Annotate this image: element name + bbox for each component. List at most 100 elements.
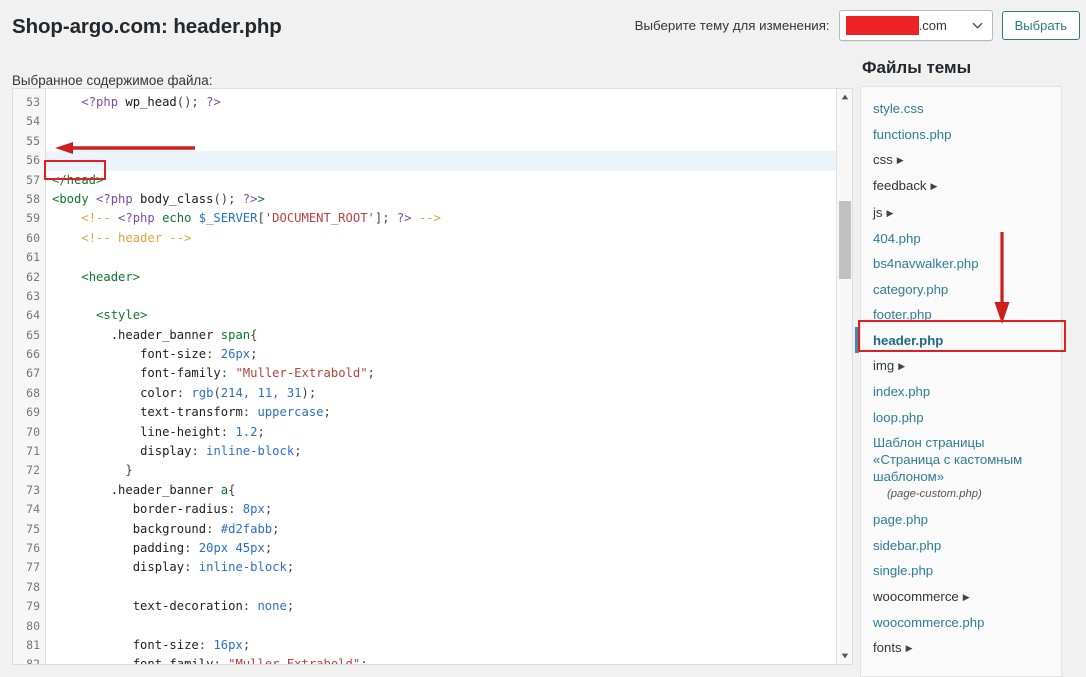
code-token: : xyxy=(206,347,221,362)
code-token: <?php xyxy=(81,95,119,109)
folder-item[interactable]: css ▶ xyxy=(861,147,1061,173)
editor-vertical-scrollbar[interactable] xyxy=(836,89,852,664)
code-line[interactable]: font-size: 16px; xyxy=(46,636,852,655)
code-editor[interactable]: 53 54 55 56 57 58 59 60 61 62 63 64 65 66 67 68 69 70 71 72… xyxy=(12,88,853,665)
code-token: } xyxy=(52,463,133,478)
code-line[interactable]: border-radius: 8px; xyxy=(46,500,852,519)
theme-files-title: Файлы темы xyxy=(862,58,972,77)
code-line[interactable]: <!-- header --> xyxy=(46,229,852,248)
code-content-area[interactable]: <?php wp_head(); ?> </head> <body <?php b… xyxy=(46,89,852,664)
code-token: inline-block xyxy=(198,560,287,575)
file-item[interactable]: functions.php xyxy=(861,121,1061,146)
file-item[interactable]: 404.php xyxy=(861,226,1061,251)
triangle-right-icon: ▶ xyxy=(905,643,913,654)
triangle-up-icon[interactable] xyxy=(837,89,852,105)
code-line[interactable]: text-decoration: none; xyxy=(46,597,852,616)
select-theme-button[interactable]: Выбрать xyxy=(1001,11,1080,40)
code-line[interactable]: <header> xyxy=(46,268,852,287)
code-line[interactable]: padding: 20px 45px; xyxy=(46,539,852,558)
triangle-down-icon[interactable] xyxy=(837,648,852,664)
code-line[interactable]: font-family: "Muller-Extrabold"; xyxy=(46,655,852,664)
code-token: 20px 45px xyxy=(198,540,265,555)
file-item[interactable]: style.css xyxy=(861,96,1061,121)
theme-switcher: Выберите тему для изменения: .com Выбрат… xyxy=(635,10,1080,41)
file-item[interactable]: bs4navwalker.php xyxy=(861,251,1061,276)
code-line[interactable]: .header_banner span{ xyxy=(46,326,852,345)
file-item[interactable]: woocommerce.php xyxy=(861,610,1061,635)
file-item[interactable]: index.php xyxy=(861,379,1061,404)
file-item[interactable]: category.php xyxy=(861,277,1061,302)
code-line[interactable] xyxy=(46,112,852,131)
code-token: 16px xyxy=(213,637,243,652)
folder-item[interactable]: feedback ▶ xyxy=(861,173,1061,199)
code-token: 214, 11, 31 xyxy=(220,385,302,400)
scrollbar-thumb[interactable] xyxy=(839,201,851,279)
code-line[interactable] xyxy=(46,578,852,597)
file-item-label: page.php xyxy=(873,512,929,528)
code-token: ; xyxy=(286,560,295,575)
folder-item[interactable]: js ▶ xyxy=(861,200,1061,226)
file-item[interactable]: single.php xyxy=(861,558,1061,583)
code-line[interactable] xyxy=(46,287,852,306)
folder-item[interactable]: fonts ▶ xyxy=(861,635,1061,661)
code-line[interactable] xyxy=(46,617,852,636)
code-line[interactable]: </head> xyxy=(46,171,852,190)
file-item-label: 404.php xyxy=(873,231,921,247)
code-token: ; xyxy=(272,521,280,536)
chevron-down-icon xyxy=(972,20,983,31)
line-number: 55 xyxy=(26,133,40,148)
line-number: 80 xyxy=(26,618,40,633)
code-line[interactable] xyxy=(46,151,852,171)
line-number-gutter: 53 54 55 56 57 58 59 60 61 62 63 64 65 66 67 68 69 70 71 72… xyxy=(13,89,46,664)
code-line[interactable]: <!-- <?php echo $_SERVER['DOCUMENT_ROOT'… xyxy=(46,209,852,228)
folder-item[interactable]: img ▶ xyxy=(861,353,1061,379)
code-line[interactable]: display: inline-block; xyxy=(46,558,852,577)
file-item-label: single.php xyxy=(873,563,934,579)
file-item[interactable]: footer.php xyxy=(861,302,1061,327)
code-line[interactable]: color: rgb(214, 11, 31); xyxy=(46,384,852,403)
line-number: 74 xyxy=(26,502,40,517)
code-line[interactable]: display: inline-block; xyxy=(46,442,852,461)
code-token: font-family xyxy=(133,657,214,664)
code-line[interactable]: } xyxy=(46,461,852,480)
code-line[interactable]: .header_banner a{ xyxy=(46,481,852,500)
code-line[interactable]: <style> xyxy=(46,306,852,325)
code-token: : xyxy=(176,385,192,400)
code-line[interactable]: text-transform: uppercase; xyxy=(46,403,852,422)
code-line[interactable]: line-height: 1.2; xyxy=(46,423,852,442)
code-token: $_SERVER xyxy=(191,211,258,226)
code-line[interactable] xyxy=(46,248,852,267)
file-item-current[interactable]: header.php xyxy=(855,327,1061,354)
code-token: line-height xyxy=(140,424,221,439)
code-token: ; xyxy=(323,405,331,420)
file-item[interactable]: page.php xyxy=(861,507,1061,532)
file-item-label: functions.php xyxy=(873,126,952,142)
line-number: 64 xyxy=(26,308,40,323)
code-token: { xyxy=(228,482,236,497)
theme-files-list: style.css functions.php css ▶ feedback ▶ js ▶ 40… xyxy=(855,86,1062,677)
code-line[interactable]: <?php wp_head(); ?> xyxy=(46,93,852,112)
folder-item[interactable]: woocommerce ▶ xyxy=(861,583,1061,609)
code-line[interactable]: font-family: "Muller-Extrabold"; xyxy=(46,364,852,383)
code-line[interactable]: <body <?php body_class(); ?>> xyxy=(46,190,852,209)
file-item-label: category.php xyxy=(873,281,949,297)
file-item[interactable]: Шаблон страницы «Страница с кастомным ша… xyxy=(861,430,1061,507)
code-token: none xyxy=(257,599,287,614)
file-item-label: woocommerce xyxy=(873,588,959,604)
code-line[interactable]: font-size: 26px; xyxy=(46,345,852,364)
line-number: 81 xyxy=(26,637,40,652)
theme-select-dropdown[interactable]: .com xyxy=(838,10,993,41)
code-line[interactable] xyxy=(46,132,852,151)
code-line[interactable]: background: #d2fabb; xyxy=(46,520,852,539)
file-item[interactable]: loop.php xyxy=(861,405,1061,430)
file-item[interactable]: sidebar.php xyxy=(861,533,1061,558)
code-token: background xyxy=(132,521,207,536)
code-token: .header_banner xyxy=(110,327,221,342)
file-item-label: js xyxy=(873,204,883,220)
line-number: 72 xyxy=(26,463,40,478)
